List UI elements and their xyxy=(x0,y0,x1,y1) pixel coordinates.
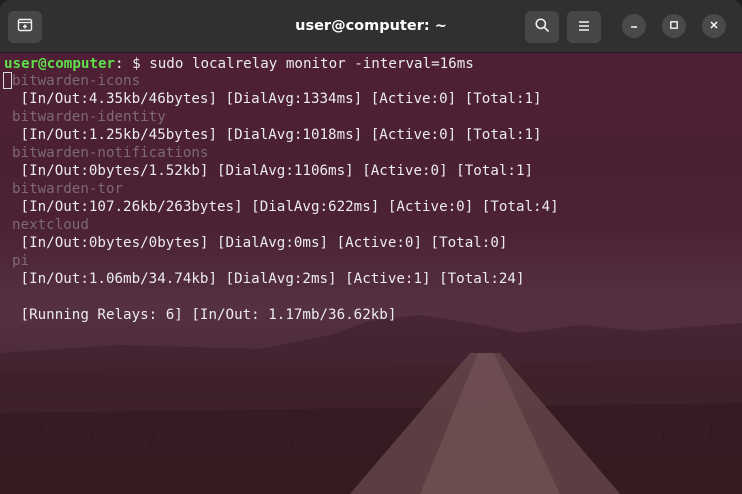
command-text: sudo localrelay monitor -interval=16ms xyxy=(140,56,474,72)
relay-stats: [In/Out:0bytes/0bytes] [DialAvg:0ms] [Ac… xyxy=(12,235,508,251)
minimize-icon xyxy=(629,19,639,33)
search-button[interactable] xyxy=(525,11,559,43)
prompt-line: user@computer: $ sudo localrelay monitor… xyxy=(4,55,474,73)
relay-name: bitwarden-tor xyxy=(12,181,124,197)
relay-name: pi xyxy=(12,253,30,269)
minimize-button[interactable] xyxy=(622,14,646,38)
prompt-symbol: $ xyxy=(132,56,141,72)
relay-name: bitwarden-identity xyxy=(12,109,166,125)
relay-stats: [In/Out:0bytes/1.52kb] [DialAvg:1106ms] … xyxy=(12,163,534,179)
close-icon xyxy=(709,19,719,33)
relay-stats: [In/Out:4.35kb/46bytes] [DialAvg:1334ms]… xyxy=(12,91,542,107)
terminal-window: user@computer: ~ user@computer: $ sudo l… xyxy=(0,0,742,494)
relay-name: bitwarden-icons xyxy=(12,73,141,89)
relay-stats: [In/Out:107.26kb/263bytes] [DialAvg:622m… xyxy=(12,199,559,215)
terminal-output: user@computer: $ sudo localrelay monitor… xyxy=(0,53,742,494)
prompt-path xyxy=(124,56,133,72)
close-button[interactable] xyxy=(702,14,726,38)
relay-stats: [In/Out:1.06mb/34.74kb] [DialAvg:2ms] [A… xyxy=(12,271,525,287)
relay-name: nextcloud xyxy=(12,217,89,233)
title-bar: user@computer: ~ xyxy=(0,0,742,53)
prompt-colon: : xyxy=(115,56,124,72)
maximize-button[interactable] xyxy=(662,14,686,38)
relay-stats: [In/Out:1.25kb/45bytes] [DialAvg:1018ms]… xyxy=(12,127,542,143)
relay-name: bitwarden-notifications xyxy=(12,145,209,161)
prompt-user-host: user@computer xyxy=(4,56,116,72)
summary-line: [Running Relays: 6] [In/Out: 1.17mb/36.6… xyxy=(12,307,397,323)
maximize-icon xyxy=(669,19,679,33)
search-icon xyxy=(534,17,550,37)
text-cursor xyxy=(3,72,12,89)
hamburger-menu-icon xyxy=(577,18,591,37)
terminal-area[interactable]: user@computer: $ sudo localrelay monitor… xyxy=(0,53,742,494)
menu-button[interactable] xyxy=(567,11,601,43)
